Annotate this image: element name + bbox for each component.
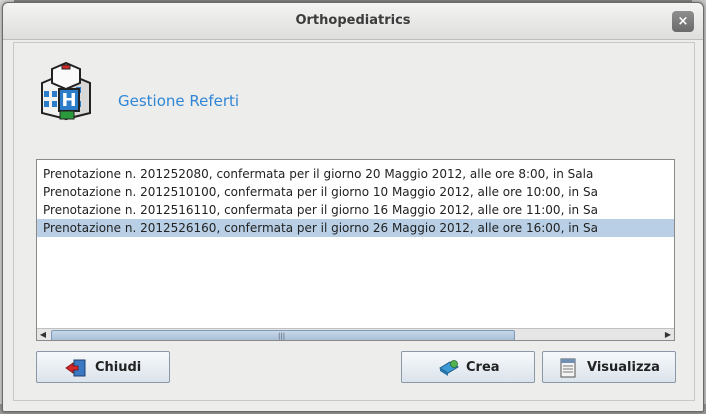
scroll-right-arrow-icon[interactable]: ▶ — [662, 329, 674, 340]
list-item-selected[interactable]: Prenotazione n. 2012526160, confermata p… — [37, 219, 674, 237]
dialog-window: Orthopediatrics × H Gestione Referti Pre… — [2, 2, 704, 412]
page-title: Gestione Referti — [118, 92, 240, 110]
horizontal-scrollbar[interactable]: ◀ ||| ▶ — [37, 328, 674, 340]
dialog-content: H Gestione Referti Prenotazione n. 20125… — [13, 42, 695, 401]
scrollbar-thumb[interactable]: ||| — [51, 330, 515, 340]
exit-door-icon — [65, 359, 86, 377]
scroll-left-arrow-icon[interactable]: ◀ — [37, 329, 49, 340]
logo-letter: H — [61, 90, 76, 111]
report-document-icon — [560, 358, 576, 378]
list-item[interactable]: Prenotazione n. 201252080, confermata pe… — [37, 165, 674, 183]
create-button[interactable]: Crea — [401, 351, 535, 383]
hospital-building-icon: H — [41, 61, 91, 121]
view-button[interactable]: Visualizza — [542, 351, 676, 383]
scrollbar-grip: ||| — [278, 332, 286, 340]
title-bar[interactable]: Orthopediatrics × — [3, 3, 703, 40]
window-title: Orthopediatrics — [295, 13, 411, 28]
close-window-button[interactable]: × — [672, 11, 694, 32]
create-document-icon — [439, 360, 459, 376]
list-item[interactable]: Prenotazione n. 2012510100, confermata p… — [37, 183, 674, 201]
close-button[interactable]: Chiudi — [36, 351, 170, 383]
list-item[interactable]: Prenotazione n. 2012516110, confermata p… — [37, 201, 674, 219]
close-button-label: Chiudi — [95, 360, 142, 375]
bookings-list[interactable]: Prenotazione n. 201252080, confermata pe… — [36, 159, 675, 341]
view-button-label: Visualizza — [587, 360, 660, 375]
create-button-label: Crea — [466, 360, 500, 375]
